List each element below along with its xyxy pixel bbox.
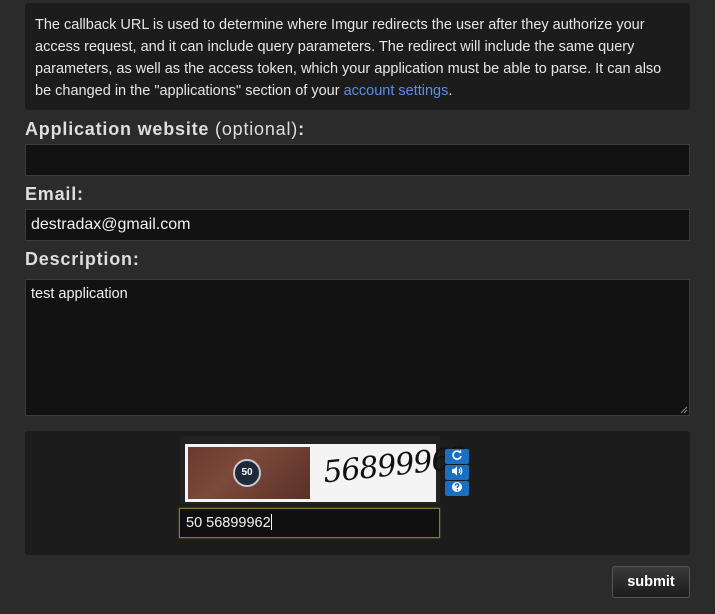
- email-label: Email:: [25, 184, 84, 204]
- refresh-icon[interactable]: [445, 449, 469, 464]
- email-input[interactable]: destradax@gmail.com: [25, 209, 690, 241]
- captcha-input[interactable]: 50 56899962: [179, 508, 440, 538]
- captcha-sign: 50: [233, 459, 261, 487]
- optional-note: (optional): [215, 119, 299, 139]
- account-settings-link[interactable]: account settings: [344, 83, 449, 99]
- description-value: test application: [31, 286, 128, 302]
- text-caret: [270, 514, 272, 530]
- website-input[interactable]: [25, 144, 690, 176]
- captcha-panel: 50 56899962 50 56899962: [25, 431, 690, 555]
- submit-button[interactable]: submit: [612, 566, 690, 598]
- captcha-image: 50 56899962: [185, 441, 469, 502]
- help-icon[interactable]: [445, 481, 469, 496]
- captcha-photo: 50: [188, 447, 310, 499]
- website-label: Application website (optional):: [25, 119, 305, 139]
- callback-info-box: The callback URL is used to determine wh…: [25, 3, 690, 110]
- description-textarea[interactable]: test application: [25, 279, 690, 416]
- callback-info-period: .: [448, 83, 453, 99]
- captcha-frame: 50 56899962: [180, 436, 469, 504]
- audio-icon[interactable]: [445, 465, 469, 480]
- description-label: Description:: [25, 249, 140, 269]
- resize-grip-icon[interactable]: [680, 406, 688, 414]
